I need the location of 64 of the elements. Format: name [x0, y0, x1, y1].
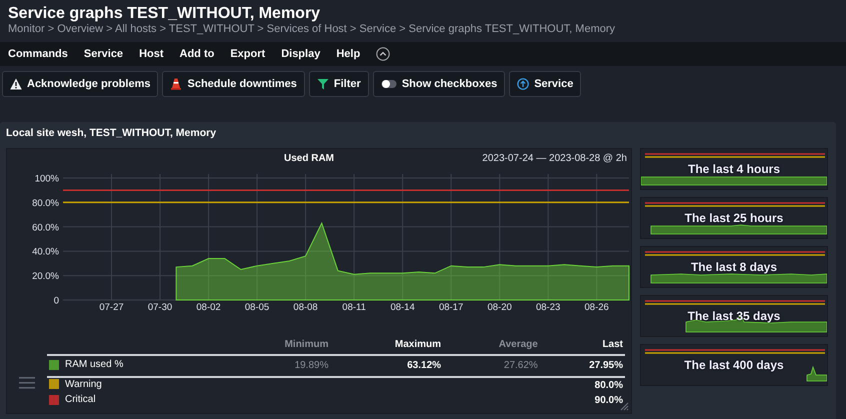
series-name: Warning: [65, 378, 102, 390]
toggle-icon: [380, 79, 397, 89]
toolbar-button[interactable]: Filter: [308, 71, 369, 97]
toolbar-button[interactable]: Service: [509, 71, 582, 97]
menu-item[interactable]: Service: [84, 48, 124, 60]
menu-item[interactable]: Export: [230, 48, 266, 60]
menu-item[interactable]: Commands: [8, 48, 68, 60]
arrow-up-circle-icon: [517, 78, 530, 90]
toolbar-button[interactable]: Show checkboxes: [372, 71, 506, 97]
x-tick-label: 08-08: [293, 302, 318, 313]
x-tick-label: 08-02: [196, 302, 221, 313]
y-tick-label: 20.0%: [32, 271, 59, 282]
stat-value: 27.62%: [504, 360, 538, 372]
y-tick-label: 60.0%: [32, 222, 59, 234]
menu-item[interactable]: Host: [139, 48, 164, 60]
thumbnail-title: The last 400 days: [683, 358, 785, 372]
menu-item[interactable]: Help: [336, 48, 360, 60]
thumbnail-title: The last 4 hours: [686, 162, 782, 176]
stat-value: 63.12%: [407, 360, 442, 372]
thumbnail-title: The last 8 days: [690, 260, 778, 274]
graph-thumbnail[interactable]: The last 35 days: [640, 295, 828, 337]
warning-icon: [10, 78, 22, 90]
series-name: Critical: [65, 394, 96, 405]
filter-icon: [316, 78, 329, 90]
x-tick-label: 07-30: [148, 302, 172, 313]
menu-icon[interactable]: [19, 377, 35, 389]
stat-value: 19.89%: [294, 360, 328, 372]
graph-thumbnail[interactable]: The last 400 days: [640, 344, 828, 386]
menu-item[interactable]: Add to: [180, 48, 214, 60]
graph-thumbnail[interactable]: The last 25 hours: [640, 197, 828, 239]
y-tick-label: 0: [54, 296, 59, 306]
y-tick-label: 100%: [34, 174, 59, 184]
column-header: Minimum: [222, 339, 330, 355]
stat-value: 80.0%: [594, 380, 623, 391]
toolbar-button[interactable]: Acknowledge problems: [2, 71, 158, 97]
page-title: Service graphs TEST_WITHOUT, Memory: [8, 4, 322, 23]
chart-title: Used RAM: [284, 153, 334, 164]
column-header: Maximum: [330, 339, 444, 355]
date-range: 2023-07-24 — 2023-08-28 @ 2h: [482, 153, 627, 164]
panel-title: Local site wesh, TEST_WITHOUT, Memory: [6, 126, 218, 140]
menu-item[interactable]: Display: [281, 48, 320, 60]
graph-thumbnail[interactable]: The last 4 hours: [640, 148, 828, 190]
graph-thumbnail[interactable]: The last 8 days: [640, 246, 828, 288]
x-tick-label: 07-27: [99, 302, 124, 313]
column-header: Last: [540, 339, 625, 355]
x-tick-label: 08-26: [584, 302, 609, 313]
y-tick-label: 40.0%: [32, 246, 59, 258]
x-tick-label: 08-17: [438, 302, 464, 313]
thumbnail-title: The last 35 days: [686, 309, 782, 323]
traffic-cone-icon: [170, 78, 182, 90]
x-tick-label: 08-20: [487, 302, 512, 313]
thumbnail-title: The last 25 hours: [684, 211, 784, 225]
breadcrumb: Monitor > Overview > All hosts > TEST_WITHOUT > Services of Host > Service > Service graphs TEST_WITHOUT, Memory: [8, 23, 616, 36]
stat-value: 27.95%: [589, 360, 623, 372]
series-name: RAM used %: [65, 359, 124, 370]
toolbar-button[interactable]: Schedule downtimes: [162, 71, 305, 97]
y-tick-label: 80.0%: [32, 198, 59, 209]
x-tick-label: 08-11: [342, 302, 366, 313]
stat-value: 90.0%: [594, 395, 623, 406]
collapse-icon[interactable]: [376, 47, 390, 61]
x-tick-label: 08-14: [390, 302, 415, 313]
x-tick-label: 08-05: [244, 302, 270, 313]
x-tick-label: 08-23: [536, 302, 560, 313]
column-header: Average: [443, 339, 540, 355]
